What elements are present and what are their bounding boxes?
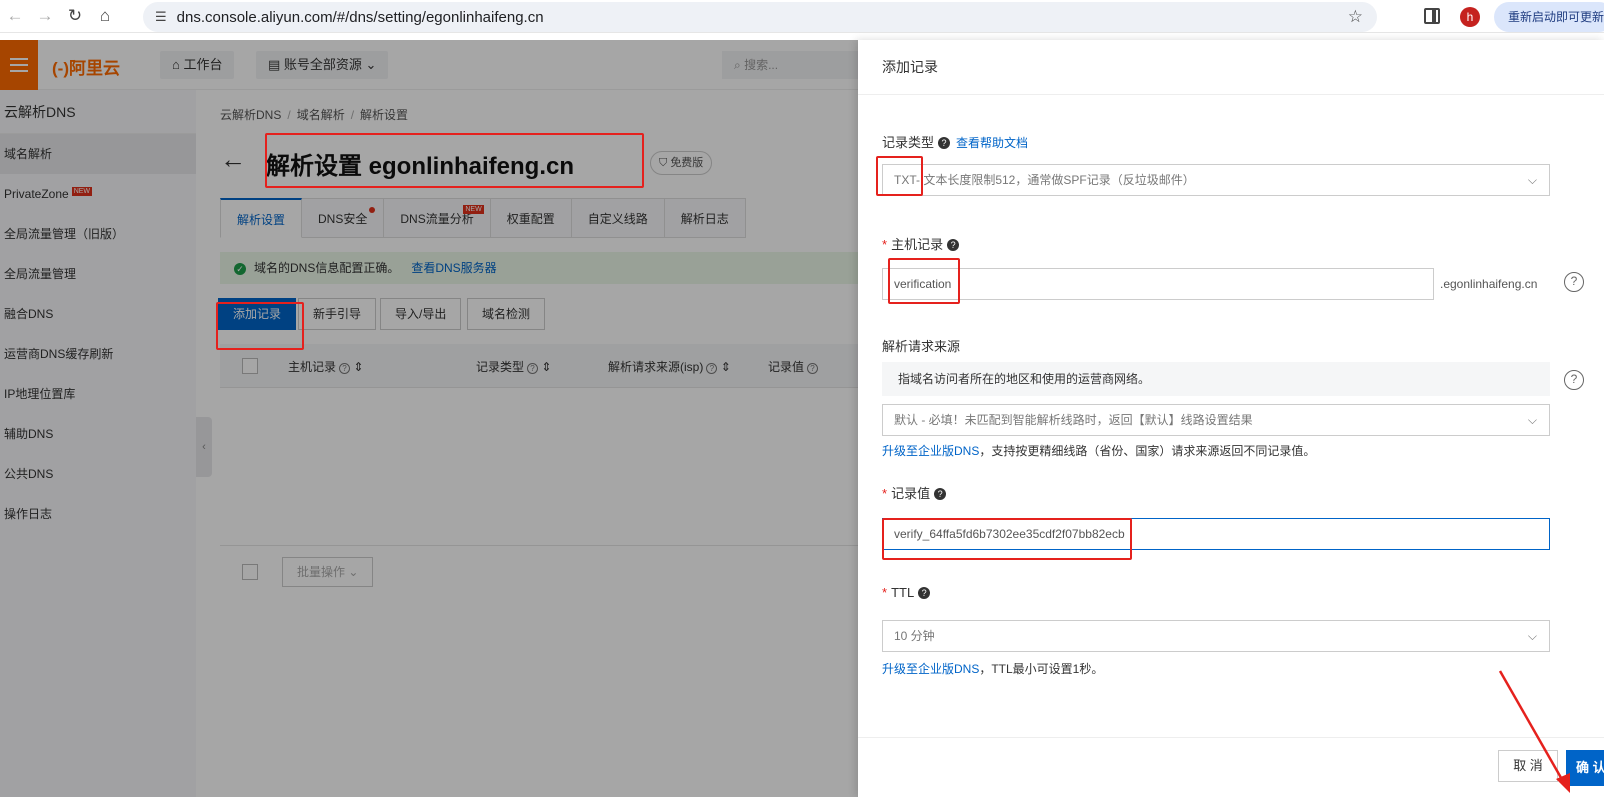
help-docs-link[interactable]: 查看帮助文档 bbox=[956, 136, 1028, 150]
chevron-down-icon: ⌵ bbox=[1527, 173, 1537, 187]
reload-icon[interactable]: ↻ bbox=[60, 0, 90, 33]
help-icon[interactable]: ? bbox=[938, 137, 951, 149]
annotation-box-record-value bbox=[882, 518, 1132, 560]
record-type-label: 记录类型? 查看帮助文档 bbox=[882, 132, 1028, 151]
bookmark-star-icon[interactable]: ☆ bbox=[1348, 7, 1363, 27]
ttl-label: * TTL? bbox=[882, 585, 931, 600]
annotation-box-host-record bbox=[888, 258, 960, 304]
request-source-label: 解析请求来源 bbox=[882, 339, 961, 354]
question-circle-icon[interactable]: ? bbox=[1564, 272, 1584, 292]
hint-text: ，支持按更精细线路（省份、国家）请求来源返回不同记录值。 bbox=[979, 444, 1316, 458]
annotation-box-title bbox=[265, 133, 644, 188]
back-icon[interactable]: ← bbox=[0, 0, 30, 33]
label-text: 主机记录 bbox=[891, 237, 944, 252]
drawer-title: 添加记录 bbox=[858, 40, 1604, 95]
home-icon[interactable]: ⌂ bbox=[90, 0, 120, 33]
upgrade-enterprise-link[interactable]: 升级至企业版DNS bbox=[882, 444, 979, 458]
upgrade-hint-ttl: 升级至企业版DNS，TTL最小可设置1秒。 bbox=[882, 660, 1103, 677]
site-settings-icon[interactable]: ☰ bbox=[155, 9, 167, 25]
request-source-select[interactable]: 默认 - 必填！未匹配到智能解析线路时，返回【默认】线路设置结果 ⌵ bbox=[882, 404, 1550, 436]
forward-icon[interactable]: → bbox=[30, 0, 60, 33]
question-circle-icon[interactable]: ? bbox=[1564, 370, 1584, 390]
url-text: dns.console.aliyun.com/#/dns/setting/ego… bbox=[176, 8, 544, 26]
record-type-select[interactable]: TXT- 文本长度限制512，通常做SPF记录（反垃圾邮件） ⌵ bbox=[882, 164, 1550, 196]
host-record-label: * 主机记录? bbox=[882, 234, 960, 253]
domain-suffix: .egonlinhaifeng.cn bbox=[1440, 277, 1538, 291]
help-icon[interactable]: ? bbox=[934, 488, 947, 500]
annotation-box-record-type bbox=[876, 156, 923, 196]
profile-avatar[interactable]: h bbox=[1460, 7, 1480, 27]
restart-update-button[interactable]: 重新启动即可更新 bbox=[1494, 2, 1604, 32]
hint-text: ，TTL最小可设置1秒。 bbox=[979, 662, 1104, 676]
chevron-down-icon: ⌵ bbox=[1527, 413, 1537, 427]
label-text: 记录值 bbox=[891, 486, 931, 501]
select-value: 10 分钟 bbox=[894, 629, 935, 643]
ttl-select[interactable]: 10 分钟 ⌵ bbox=[882, 620, 1550, 652]
select-value: 默认 - 必填！未匹配到智能解析线路时，返回【默认】线路设置结果 bbox=[894, 413, 1253, 427]
label-text: TTL bbox=[891, 585, 915, 600]
help-icon[interactable]: ? bbox=[947, 239, 960, 251]
request-source-note: 指域名访问者所在的地区和使用的运营商网络。 bbox=[882, 362, 1550, 396]
upgrade-hint-lines: 升级至企业版DNS，支持按更精细线路（省份、国家）请求来源返回不同记录值。 bbox=[882, 442, 1315, 459]
browser-toolbar: ← → ↻ ⌂ ☰ dns.console.aliyun.com/#/dns/s… bbox=[0, 0, 1604, 33]
upgrade-enterprise-link[interactable]: 升级至企业版DNS bbox=[882, 662, 979, 676]
label-text: 记录类型 bbox=[882, 135, 935, 150]
address-bar[interactable]: ☰ dns.console.aliyun.com/#/dns/setting/e… bbox=[143, 2, 1377, 32]
annotation-box-add-record bbox=[216, 302, 304, 350]
select-value: TXT- 文本长度限制512，通常做SPF记录（反垃圾邮件） bbox=[894, 173, 1195, 187]
annotation-arrow bbox=[1498, 670, 1570, 793]
host-record-input[interactable]: verification bbox=[882, 268, 1434, 300]
side-panel-icon[interactable] bbox=[1424, 8, 1440, 24]
chevron-down-icon: ⌵ bbox=[1527, 629, 1537, 643]
help-icon[interactable]: ? bbox=[918, 587, 931, 599]
record-value-label: * 记录值? bbox=[882, 483, 947, 502]
